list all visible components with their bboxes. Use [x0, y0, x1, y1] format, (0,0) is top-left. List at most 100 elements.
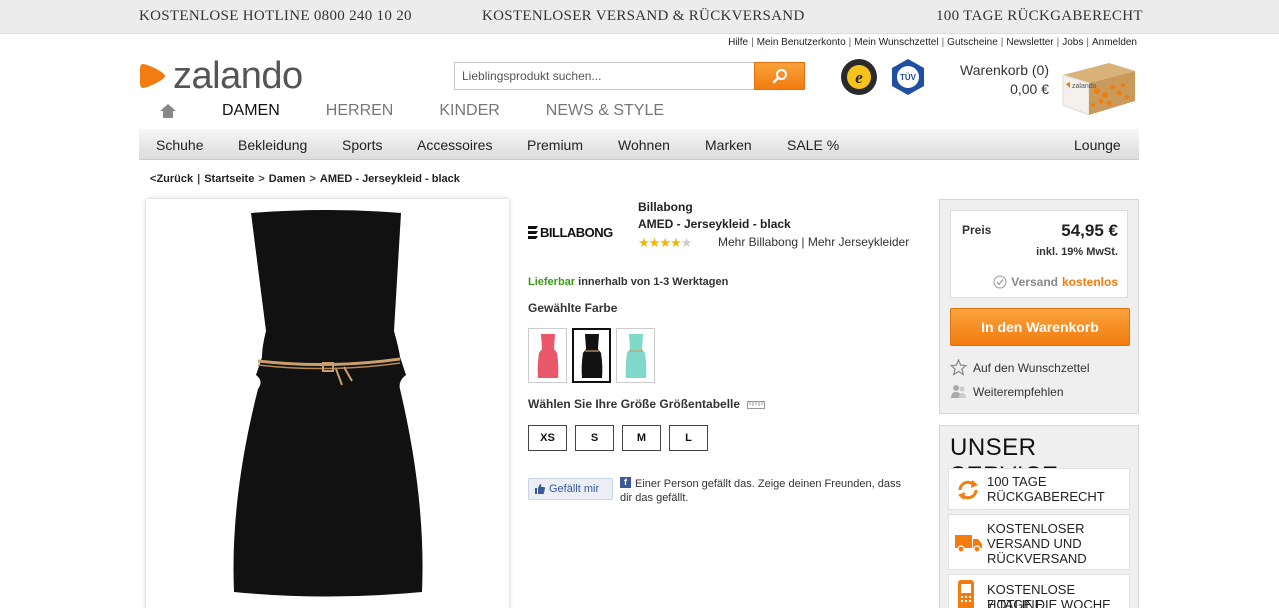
nav-herren[interactable]: HERREN — [326, 102, 394, 120]
star-empty-icon: ★ — [680, 235, 693, 250]
rating-stars[interactable]: ★★★★★ — [638, 235, 693, 251]
login-link[interactable]: Anmelden — [1092, 37, 1137, 48]
search-input[interactable] — [455, 63, 751, 89]
help-link[interactable]: Hilfe — [728, 37, 748, 48]
subnav-premium[interactable]: Premium — [527, 137, 583, 153]
subnav-accessoires[interactable]: Accessoires — [417, 137, 492, 153]
star-icon: ★ — [648, 235, 661, 250]
phone-icon — [958, 580, 974, 608]
nav-damen[interactable]: DAMEN — [222, 102, 280, 120]
tax-note: inkl. 19% MwSt. — [1036, 246, 1118, 258]
service-shipping-line2: VERSAND UND — [987, 536, 1082, 551]
more-brand-link[interactable]: Mehr Billabong — [718, 235, 798, 249]
size-l-button[interactable]: L — [669, 425, 708, 451]
more-category-link[interactable]: Mehr Jerseykleider — [808, 235, 909, 249]
facebook-like-label: Gefällt mir — [549, 483, 600, 495]
cart-summary[interactable]: Warenkorb (0) 0,00 € — [960, 61, 1049, 99]
facebook-text: Einer Person gefällt das. Zeige deinen F… — [620, 478, 901, 504]
breadcrumb-home[interactable]: Startseite — [204, 173, 254, 185]
check-circle-icon — [993, 275, 1007, 289]
star-icon: ★ — [669, 235, 682, 250]
svg-text:e: e — [855, 68, 863, 87]
trusted-shops-seal-icon[interactable]: e — [840, 58, 878, 96]
search-button[interactable] — [754, 62, 805, 90]
price-box: Preis 54,95 € inkl. 19% MwSt. Versand kos… — [950, 210, 1128, 298]
color-swatch-mint[interactable] — [616, 328, 655, 383]
brand-logo[interactable]: BILLABONG — [528, 222, 628, 240]
size-label-text: Wählen Sie Ihre Größe — [528, 397, 657, 411]
recommend-label: Weiterempfehlen — [973, 384, 1064, 399]
facebook-icon: f — [620, 477, 631, 488]
service-shipping-line3: RÜCKVERSAND — [987, 551, 1087, 566]
dress-thumb-mint — [625, 333, 646, 378]
main-nav: DAMEN HERREN KINDER NEWS & STYLE — [160, 102, 710, 120]
size-table-link[interactable]: Größentabelle — [659, 397, 740, 411]
color-label: Gewählte Farbe — [528, 301, 618, 315]
wishlist-link[interactable]: Mein Wunschzettel — [854, 37, 938, 48]
color-swatch-coral[interactable] — [528, 328, 567, 383]
product-brand[interactable]: Billabong — [638, 199, 791, 216]
breadcrumb-back[interactable]: Zurück — [156, 173, 193, 185]
subnav-wohnen[interactable]: Wohnen — [618, 137, 670, 153]
service-returns-line2: RÜCKGABERECHT — [987, 489, 1105, 504]
subnav-sale[interactable]: SALE % — [787, 137, 839, 153]
service-hotline-line2: 7 TAGE DIE WOCHE — [987, 597, 1111, 608]
subnav-bekleidung[interactable]: Bekleidung — [238, 137, 307, 153]
breadcrumb-damen[interactable]: Damen — [269, 173, 306, 185]
dress-thumb-coral — [537, 333, 558, 378]
service-shipping-line1: KOSTENLOSER — [987, 521, 1085, 536]
svg-text:TÜV: TÜV — [900, 73, 917, 82]
breadcrumb-current: AMED - Jerseykleid - black — [319, 173, 460, 185]
subnav-schuhe[interactable]: Schuhe — [156, 137, 203, 153]
add-to-cart-button[interactable]: In den Warenkorb — [950, 308, 1130, 346]
logo-mark-icon — [140, 64, 165, 88]
subnav-sports[interactable]: Sports — [342, 137, 382, 153]
size-m-button[interactable]: M — [622, 425, 661, 451]
service-item-returns[interactable]: 100 TAGE RÜCKGABERECHT — [948, 468, 1130, 510]
vouchers-link[interactable]: Gutscheine — [947, 37, 998, 48]
subnav-marken[interactable]: Marken — [705, 137, 752, 153]
wishlist-label: Auf den Wunschzettel — [973, 360, 1090, 375]
tuv-seal-icon[interactable]: TÜV — [889, 58, 927, 96]
star-icon: ★ — [659, 235, 671, 250]
facebook-like-button[interactable]: Gefällt mir — [528, 478, 613, 500]
zalando-logo[interactable]: zalando — [139, 56, 303, 96]
cart-amount: 0,00 € — [1010, 81, 1049, 97]
home-icon[interactable] — [160, 104, 176, 118]
wishlist-action[interactable]: Auf den Wunschzettel — [950, 359, 1090, 376]
account-link[interactable]: Mein Benutzerkonto — [757, 37, 846, 48]
hotline-text: KOSTENLOSE HOTLINE 0800 240 10 20 — [139, 8, 412, 24]
availability-status: Lieferbar — [528, 276, 576, 288]
promo-bar: KOSTENLOSE HOTLINE 0800 240 10 20 KOSTEN… — [0, 0, 1279, 34]
search-icon — [772, 69, 787, 84]
color-swatch-black[interactable] — [572, 328, 611, 383]
availability: Lieferbar innerhalb von 1-3 Werktagen — [528, 276, 728, 288]
cart-box-icon[interactable]: zalando — [1057, 57, 1137, 119]
ruler-icon[interactable] — [747, 400, 766, 409]
price-value: 54,95 € — [1061, 221, 1118, 240]
product-image[interactable] — [146, 199, 509, 608]
service-item-hotline[interactable]: KOSTENLOSE HOTLINE 7 TAGE DIE WOCHE — [948, 574, 1130, 608]
price-label: Preis — [962, 223, 992, 237]
size-xs-button[interactable]: XS — [528, 425, 567, 451]
returns-text: 100 TAGE RÜCKGABERECHT — [936, 8, 1143, 24]
recommend-action[interactable]: Weiterempfehlen — [950, 383, 1064, 400]
truck-icon — [955, 535, 982, 553]
size-s-button[interactable]: S — [575, 425, 614, 451]
shipping-info: Versand kostenlos — [993, 275, 1118, 289]
facebook-text-block: f Einer Person gefällt das. Zeige deinen … — [620, 477, 905, 505]
dress-thumb-black — [581, 333, 602, 378]
more-links: Mehr Billabong | Mehr Jerseykleider — [718, 235, 910, 249]
nav-kinder[interactable]: KINDER — [439, 102, 499, 120]
subnav-lounge[interactable]: Lounge — [1074, 137, 1121, 153]
service-item-shipping[interactable]: KOSTENLOSER VERSAND UND RÜCKVERSAND — [948, 514, 1130, 570]
buy-box: Preis 54,95 € inkl. 19% MwSt. Versand kos… — [939, 199, 1139, 414]
breadcrumb: <Zurück | Startseite > Damen > AMED - Jerseykl… — [150, 173, 460, 185]
newsletter-link[interactable]: Newsletter — [1006, 37, 1053, 48]
nav-news-style[interactable]: NEWS & STYLE — [546, 102, 664, 120]
product-name: AMED - Jerseykleid - black — [638, 217, 791, 231]
size-label: Wählen Sie Ihre Größe Größentabelle — [528, 397, 766, 411]
star-icon: ★ — [638, 235, 650, 250]
jobs-link[interactable]: Jobs — [1062, 37, 1083, 48]
service-returns-line1: 100 TAGE — [987, 474, 1047, 489]
